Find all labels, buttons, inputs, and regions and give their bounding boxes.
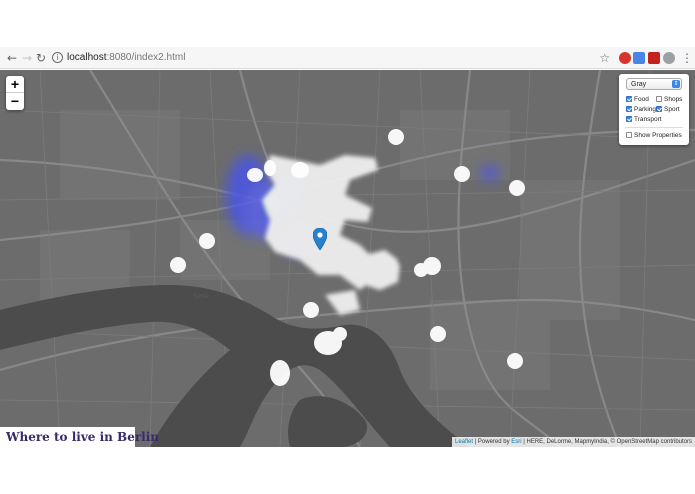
url-host: localhost: [67, 52, 107, 63]
checkbox-sport[interactable]: [656, 106, 662, 112]
top-margin: [0, 0, 695, 47]
translate-extension-icon[interactable]: [633, 52, 645, 64]
url-path: :8080/index2.html: [106, 52, 186, 63]
browser-toolbar: ← → ↻ i localhost:8080/index2.html ☆ ⋮: [0, 47, 695, 69]
checkbox-transport[interactable]: [626, 116, 632, 122]
mail-extension-icon[interactable]: [648, 52, 660, 64]
map-view[interactable]: Spree + − Gray ⇕ Food Shops Parking Spor…: [0, 70, 695, 447]
basemap-select-value: Gray: [631, 81, 647, 88]
checkbox-parking[interactable]: [626, 106, 632, 112]
layer-option-shops[interactable]: Shops: [656, 96, 682, 104]
attribution: Leaflet | Powered by Esri | HERE, DeLorm…: [452, 437, 695, 447]
zoom-in-button[interactable]: +: [6, 76, 24, 93]
zoom-out-button[interactable]: −: [6, 93, 24, 110]
layer-option-parking[interactable]: Parking: [626, 106, 656, 114]
layer-option-transport[interactable]: Transport: [626, 116, 662, 124]
info-icon[interactable]: i: [52, 52, 63, 63]
checkbox-show-properties[interactable]: [626, 132, 632, 138]
more-vertical-icon[interactable]: ⋮: [681, 50, 693, 66]
checkbox-shops[interactable]: [656, 96, 662, 102]
layer-option-food[interactable]: Food: [626, 96, 649, 104]
zoom-control: + −: [6, 76, 24, 110]
map-base-layer: Spree: [0, 70, 695, 447]
layer-option-label: Shops: [664, 96, 683, 103]
map-title-box: Where to live in Berlin: [0, 427, 159, 447]
esri-link[interactable]: Esri: [511, 439, 521, 445]
layer-divider: [625, 127, 683, 128]
layer-control-panel: Gray ⇕ Food Shops Parking Sport Transpor…: [619, 74, 689, 145]
layer-option-label: Parking: [634, 106, 657, 113]
url-text[interactable]: localhost:8080/index2.html: [67, 51, 185, 65]
bottom-margin: [0, 447, 695, 494]
opera-extension-icon[interactable]: [619, 52, 631, 64]
back-button[interactable]: ←: [4, 50, 20, 66]
layer-option-label: Food: [634, 96, 649, 103]
show-properties-option[interactable]: Show Properties: [626, 132, 682, 140]
checkbox-food[interactable]: [626, 96, 632, 102]
basemap-select[interactable]: Gray ⇕: [626, 78, 682, 90]
map-pin-icon[interactable]: [313, 228, 327, 250]
star-icon[interactable]: ☆: [599, 49, 610, 67]
map-title: Where to live in Berlin: [6, 430, 159, 444]
attribution-sep: | Powered by: [473, 439, 512, 445]
attribution-text: | HERE, DeLorme, MapmyIndia, © OpenStree…: [521, 439, 692, 445]
address-bar[interactable]: i localhost:8080/index2.html ☆: [48, 49, 612, 67]
layer-option-sport[interactable]: Sport: [656, 106, 680, 114]
svg-text:Spree: Spree: [193, 294, 210, 300]
leaflet-link[interactable]: Leaflet: [455, 439, 473, 445]
puzzle-extension-icon[interactable]: [663, 52, 675, 64]
show-properties-label: Show Properties: [634, 132, 682, 139]
layer-option-label: Transport: [634, 116, 662, 123]
layer-option-label: Sport: [664, 106, 680, 113]
reload-button[interactable]: ↻: [33, 50, 49, 66]
chevron-down-icon: ⇕: [672, 80, 680, 88]
